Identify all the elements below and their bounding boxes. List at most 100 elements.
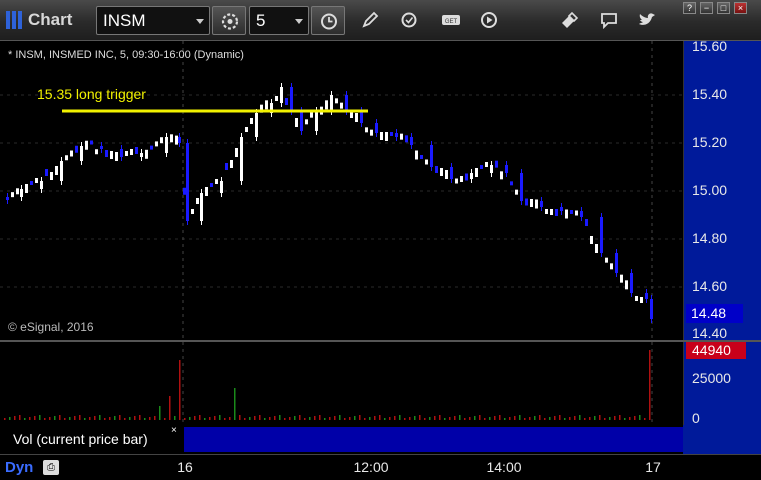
volume-bar [54, 416, 56, 420]
chevron-down-icon[interactable] [196, 19, 204, 24]
candle-body [70, 150, 73, 157]
volume-bar [254, 416, 256, 420]
volume-bar [529, 417, 531, 420]
candle-body [20, 189, 23, 197]
volume-bar [374, 416, 376, 420]
interval-select[interactable]: 5 [249, 6, 309, 35]
volume-bar [424, 418, 426, 420]
volume-bar [129, 417, 131, 420]
volume-bar [599, 415, 601, 420]
volume-bar [14, 416, 16, 420]
volume-bar [274, 416, 276, 420]
close-icon[interactable]: × [171, 425, 177, 436]
settings-button[interactable] [212, 6, 246, 35]
volume-bar [304, 418, 306, 420]
candle-body [435, 166, 438, 173]
volume-bar [104, 418, 106, 420]
get-data-icon[interactable]: GET [440, 9, 462, 31]
candle-body [220, 181, 223, 193]
candle-body [280, 87, 283, 103]
candle-body [95, 149, 98, 155]
candle-body [295, 118, 298, 127]
candle-body [140, 153, 143, 157]
volume-bar [644, 418, 646, 420]
volume-bar [179, 360, 181, 420]
volume-legend-bar: Vol (current price bar) × [0, 425, 683, 454]
time-axis[interactable]: Dyn ⎙ 16 12:00 14:00 17 [0, 454, 761, 480]
candle-body [75, 145, 78, 153]
volume-bar [199, 415, 201, 420]
candle-body [375, 123, 378, 133]
volume-bar [84, 418, 86, 420]
symbol-value: INSM [103, 11, 146, 30]
candle-body [415, 150, 418, 160]
volume-bar [584, 418, 586, 420]
price-tick: 14.40 [692, 325, 728, 341]
volume-tick: 25000 [692, 370, 731, 386]
volume-bar [69, 417, 71, 420]
pencil-icon[interactable] [359, 9, 381, 31]
play-icon[interactable] [478, 9, 500, 31]
volume-bar [469, 417, 471, 420]
volume-bar [39, 415, 41, 420]
help-button[interactable]: ? [683, 2, 696, 14]
volume-bar [144, 418, 146, 420]
chevron-down-icon[interactable] [295, 19, 303, 24]
time-tick: 17 [645, 459, 661, 475]
volume-bar [74, 416, 76, 420]
time-button[interactable] [311, 6, 345, 35]
candle-body [110, 151, 113, 159]
candle-body [245, 127, 248, 132]
volume-bar [299, 415, 301, 420]
candle-body [395, 133, 398, 137]
candle-body [410, 137, 413, 145]
candle-body [40, 181, 43, 189]
volume-bar [99, 415, 101, 420]
candle-body [390, 132, 393, 136]
price-axis[interactable]: 15.60 15.40 15.20 15.00 14.80 14.60 14.4… [683, 38, 761, 341]
volume-last-badge: 44940 [686, 342, 746, 359]
candle-body [100, 146, 103, 149]
volume-legend-highlight [184, 427, 683, 452]
candle-body [425, 159, 428, 165]
candle-body [183, 187, 186, 195]
volume-bar [444, 418, 446, 420]
maximize-button[interactable]: □ [717, 2, 730, 14]
volume-bar [319, 415, 321, 420]
eraser-icon[interactable] [558, 9, 580, 31]
lock-icon[interactable]: ⎙ [43, 460, 59, 475]
volume-legend[interactable]: Vol (current price bar) [3, 427, 182, 452]
volume-bar [259, 415, 261, 420]
volume-bar [79, 415, 81, 420]
volume-bar [524, 418, 526, 420]
volume-bar [604, 418, 606, 420]
volume-bar [209, 417, 211, 420]
bird-icon[interactable] [636, 9, 658, 31]
candle-body [175, 135, 178, 145]
candle-body [45, 169, 48, 176]
candle-body [325, 100, 328, 110]
volume-bar [519, 415, 521, 420]
candle-body [545, 209, 548, 214]
candle-body [495, 160, 498, 168]
volume-bar [269, 417, 271, 420]
volume-chart[interactable] [0, 342, 683, 425]
symbol-input[interactable]: INSM [96, 6, 210, 35]
volume-bar [439, 415, 441, 420]
candle-body [65, 155, 68, 161]
volume-bars [4, 342, 653, 425]
volume-bar [504, 418, 506, 420]
dynamic-mode-label[interactable]: Dyn [5, 459, 33, 476]
minimize-button[interactable]: − [700, 2, 713, 14]
candle-body [490, 165, 493, 173]
volume-bar [359, 415, 361, 420]
price-chart[interactable]: * INSM, INSMED INC, 5, 09:30-16:00 (Dyna… [0, 41, 683, 340]
comment-icon[interactable] [598, 9, 620, 31]
candle-body [120, 149, 123, 157]
volume-bar [339, 415, 341, 420]
volume-bar [329, 417, 331, 420]
candle-body [160, 137, 163, 144]
trigger-annotation[interactable]: 15.35 long trigger [37, 86, 146, 102]
refresh-icon[interactable] [398, 9, 420, 31]
close-button[interactable]: × [734, 2, 747, 14]
